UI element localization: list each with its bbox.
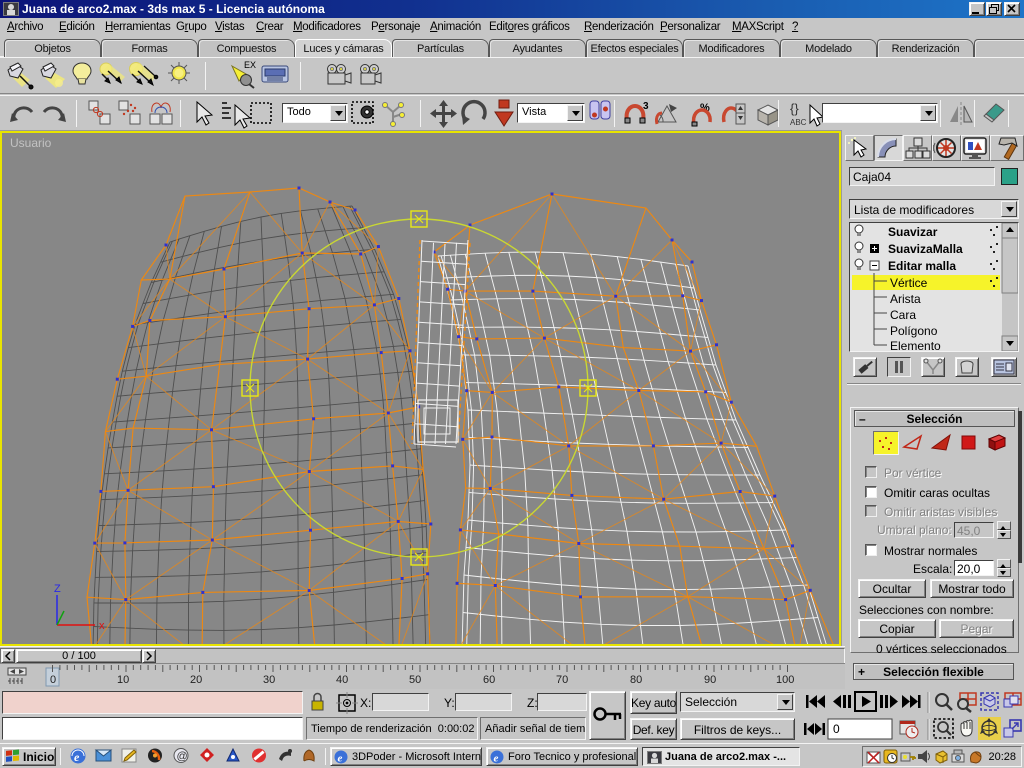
svg-text:3: 3	[643, 101, 649, 112]
svg-text:Suavizar: Suavizar	[888, 225, 938, 239]
svg-text:e: e	[74, 750, 80, 764]
svg-text:Editar malla: Editar malla	[888, 259, 956, 273]
svg-text:SuavizaMalla: SuavizaMalla	[888, 242, 963, 256]
svg-text:0: 0	[833, 722, 840, 736]
svg-text:20: 20	[190, 674, 202, 686]
svg-text:EX: EX	[244, 60, 256, 70]
svg-text:70: 70	[556, 674, 568, 686]
svg-text:80: 80	[630, 674, 642, 686]
svg-text:60: 60	[483, 674, 495, 686]
svg-text:x: x	[99, 620, 105, 632]
svg-text:90: 90	[704, 674, 716, 686]
svg-text:0: 0	[50, 674, 56, 686]
svg-text:@: @	[177, 751, 188, 763]
svg-text:Cara: Cara	[890, 308, 916, 322]
svg-text:ABC: ABC	[790, 118, 807, 127]
svg-text:Vértice: Vértice	[890, 276, 928, 290]
svg-text:Arista: Arista	[890, 292, 921, 306]
svg-text:Z: Z	[54, 583, 61, 595]
svg-text:40: 40	[336, 674, 348, 686]
svg-text:{}: {}	[790, 101, 799, 116]
svg-text:100: 100	[776, 674, 794, 686]
svg-text:Polígono: Polígono	[890, 324, 938, 338]
svg-text:Elemento: Elemento	[890, 339, 941, 351]
svg-text:e: e	[338, 753, 343, 765]
svg-text:30: 30	[263, 674, 275, 686]
svg-text:10: 10	[117, 674, 129, 686]
svg-text:50: 50	[409, 674, 421, 686]
svg-text:e: e	[494, 753, 499, 765]
